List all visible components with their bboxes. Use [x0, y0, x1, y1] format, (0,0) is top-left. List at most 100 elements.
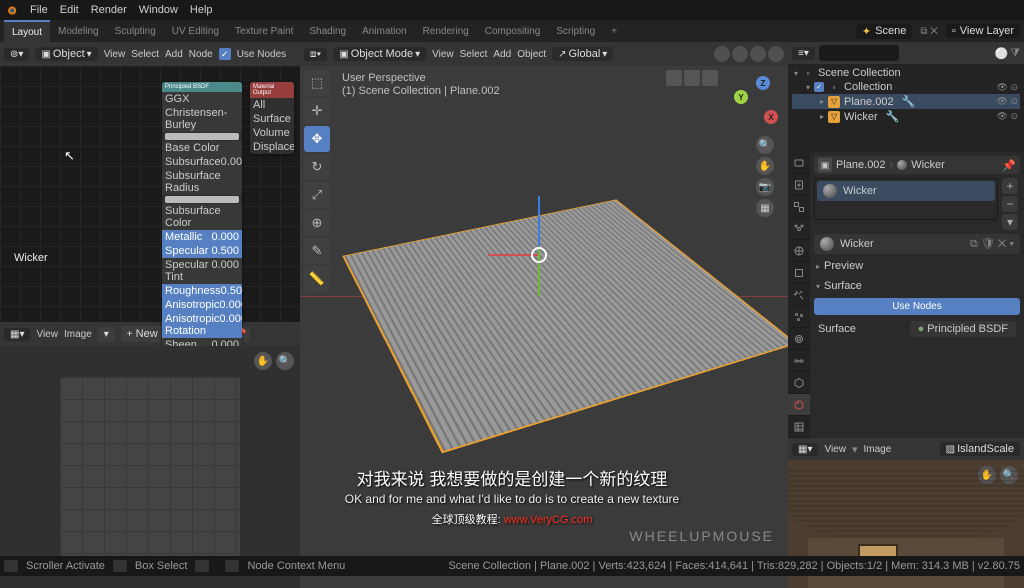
node-menu-node[interactable]: Node: [189, 49, 213, 60]
move-gizmo[interactable]: [510, 226, 570, 286]
image-dropdown[interactable]: ▨ IslandScale: [940, 442, 1020, 456]
img2-menu-image[interactable]: Image: [864, 444, 892, 455]
material-selector[interactable]: Wicker ⧉ 🛡 ✕ ▾: [814, 234, 1020, 254]
ptab-output[interactable]: [788, 174, 810, 196]
shading-lookdev[interactable]: [750, 46, 766, 62]
menu-window[interactable]: Window: [133, 4, 184, 16]
material-slots[interactable]: Wicker: [814, 178, 998, 220]
node-socket[interactable]: GGX: [162, 92, 242, 106]
ptab-constraints[interactable]: [788, 350, 810, 372]
shading-rendered[interactable]: [768, 46, 784, 62]
tool-cursor[interactable]: ✛: [304, 98, 330, 124]
editor-type-3dview[interactable]: ⧈▾: [304, 48, 327, 61]
ptab-particles[interactable]: [788, 306, 810, 328]
ptab-material[interactable]: [788, 394, 810, 416]
navigation-gizmo[interactable]: ZYX: [726, 76, 778, 128]
filter-icon[interactable]: ⚪: [994, 47, 1008, 60]
xray-icon[interactable]: [702, 70, 718, 86]
node-socket[interactable]: Anisotropic Rotation0.000: [162, 312, 242, 338]
ptab-mesh[interactable]: [788, 372, 810, 394]
nav-pan-icon[interactable]: ✋: [756, 157, 774, 175]
tool-annotate[interactable]: ✎: [304, 238, 330, 264]
tool-select[interactable]: ⬚: [304, 70, 330, 96]
viewlayer-selector[interactable]: ▫View Layer: [946, 24, 1020, 38]
ptab-physics[interactable]: [788, 328, 810, 350]
img-menu-view[interactable]: View: [36, 329, 58, 340]
node-socket[interactable]: Subsurface Radius: [162, 169, 242, 195]
ptab-scene[interactable]: [788, 218, 810, 240]
zoom-icon[interactable]: 🔍: [276, 352, 294, 370]
vp-menu-object[interactable]: Object: [517, 49, 546, 60]
panel-surface[interactable]: ▾Surface: [814, 278, 1020, 294]
orientation-selector[interactable]: ↗ Global ▾: [552, 47, 613, 61]
vp-menu-view[interactable]: View: [432, 49, 454, 60]
slot-remove-button[interactable]: −: [1002, 196, 1018, 212]
img-menu-image[interactable]: Image: [64, 329, 92, 340]
surface-shader-row[interactable]: Surface ● Principled BSDF: [814, 319, 1020, 339]
slot-menu-button[interactable]: ▾: [1002, 214, 1018, 230]
menu-file[interactable]: File: [24, 4, 54, 16]
ptab-viewlayer[interactable]: [788, 196, 810, 218]
vp-menu-select[interactable]: Select: [460, 49, 488, 60]
editor-type-outliner[interactable]: ≡▾: [792, 47, 815, 60]
ptab-object[interactable]: [788, 262, 810, 284]
image-new-button[interactable]: + New: [121, 326, 164, 342]
filter-menu-icon[interactable]: ⧩: [1010, 47, 1020, 60]
editor-type-image2[interactable]: ▦▾: [792, 443, 818, 456]
outliner-scene-collection[interactable]: ▾▫Scene Collection: [792, 66, 1020, 80]
node-socket[interactable]: Specular0.500: [162, 244, 242, 258]
outliner-item-wicker[interactable]: ▸▽Wicker 🔧 👁 ⊙: [792, 109, 1020, 124]
overlay-icon[interactable]: [666, 70, 682, 86]
node-socket[interactable]: Base Color: [162, 141, 242, 155]
shader-mode-object[interactable]: ▣ Object ▾: [35, 47, 97, 61]
material-slot-wicker[interactable]: Wicker: [817, 181, 995, 201]
ptab-texture[interactable]: [788, 416, 810, 438]
ptab-world[interactable]: [788, 240, 810, 262]
tool-measure[interactable]: 📏: [304, 266, 330, 292]
node-socket[interactable]: Christensen-Burley: [162, 106, 242, 132]
workspace-texpaint[interactable]: Texture Paint: [227, 20, 301, 42]
gizmo-icon[interactable]: [684, 70, 700, 86]
workspace-animation[interactable]: Animation: [354, 20, 414, 42]
workspace-scripting[interactable]: Scripting: [548, 20, 603, 42]
slot-add-button[interactable]: +: [1002, 178, 1018, 194]
img2-menu-view[interactable]: View: [824, 444, 846, 455]
nav-camera-icon[interactable]: 📷: [756, 178, 774, 196]
shader-node-canvas[interactable]: ↖ Principled BSDF GGXChristensen-BurleyB…: [0, 66, 300, 322]
node-socket[interactable]: Roughness0.500: [162, 284, 242, 298]
node-socket[interactable]: Subsurface0.000: [162, 155, 242, 169]
workspace-sculpting[interactable]: Sculpting: [107, 20, 164, 42]
color-swatch[interactable]: [165, 196, 239, 203]
shading-wireframe[interactable]: [714, 46, 730, 62]
node-material-output[interactable]: Material Output All Surface Volume Displ…: [250, 82, 294, 154]
editor-type-shader[interactable]: ⊚▾: [4, 48, 29, 61]
outliner-search[interactable]: [819, 45, 899, 61]
node-socket[interactable]: Specular Tint0.000: [162, 258, 242, 284]
scene-selector[interactable]: ✦Scene: [856, 24, 912, 39]
ptab-render[interactable]: [788, 152, 810, 174]
workspace-modeling[interactable]: Modeling: [50, 20, 107, 42]
panel-preview[interactable]: ▸Preview: [814, 258, 1020, 274]
workspace-rendering[interactable]: Rendering: [415, 20, 477, 42]
use-nodes-button[interactable]: Use Nodes: [814, 298, 1020, 315]
workspace-layout[interactable]: Layout: [4, 20, 50, 42]
use-nodes-checkbox[interactable]: ✓: [219, 48, 231, 60]
node-socket[interactable]: Metallic0.000: [162, 230, 242, 244]
menu-edit[interactable]: Edit: [54, 4, 85, 16]
nav-zoom-icon[interactable]: 🔍: [756, 136, 774, 154]
node-socket[interactable]: Subsurface Color: [162, 204, 242, 230]
shading-solid[interactable]: [732, 46, 748, 62]
menu-render[interactable]: Render: [85, 4, 133, 16]
ptab-modifier[interactable]: [788, 284, 810, 306]
editor-type-image[interactable]: ▦▾: [4, 328, 30, 341]
workspace-uv[interactable]: UV Editing: [164, 20, 227, 42]
pan-icon[interactable]: ✋: [254, 352, 272, 370]
uv-canvas[interactable]: ✋ 🔍: [0, 346, 300, 588]
node-menu-view[interactable]: View: [104, 49, 126, 60]
tool-transform[interactable]: ⊕: [304, 210, 330, 236]
image-selector[interactable]: ▾: [98, 327, 115, 342]
scene-buttons[interactable]: ⧉ ✕: [916, 26, 942, 37]
tool-move[interactable]: ✥: [304, 126, 330, 152]
menu-help[interactable]: Help: [184, 4, 219, 16]
node-menu-select[interactable]: Select: [131, 49, 159, 60]
